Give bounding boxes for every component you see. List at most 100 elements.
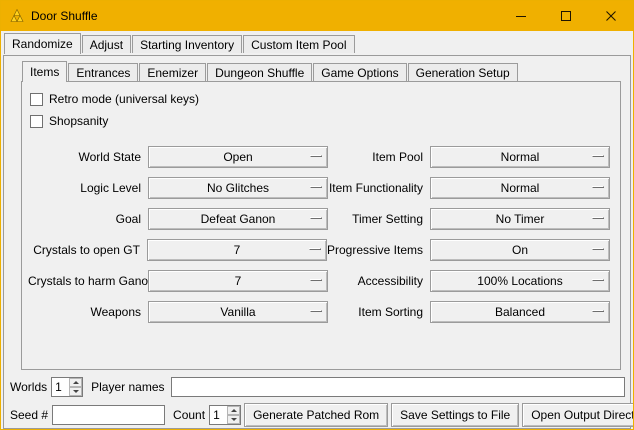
logic-level-dropdown[interactable]: No Glitches — [148, 177, 328, 199]
spinner-arrows — [69, 378, 82, 396]
arrow-down-icon — [231, 418, 237, 421]
tab-randomize[interactable]: Randomize — [4, 33, 81, 54]
world-state-value: Open — [223, 150, 252, 164]
player-names-input[interactable] — [171, 377, 626, 397]
item-functionality-label: Item Functionality — [329, 181, 430, 195]
item-sorting-label: Item Sorting — [358, 305, 430, 319]
timer-setting-dropdown[interactable]: No Timer — [430, 208, 610, 230]
goal-value: Defeat Ganon — [201, 212, 276, 226]
world-state-label: World State — [28, 150, 148, 164]
tab-entrances[interactable]: Entrances — [68, 63, 138, 81]
dropdown-indicator-icon — [310, 310, 322, 312]
generate-patched-rom-button[interactable]: Generate Patched Rom — [244, 403, 388, 427]
worlds-value: 1 — [52, 378, 69, 396]
seed-row: Seed # Count 1 Generate Patched Rom Save… — [10, 403, 625, 427]
accessibility-value: 100% Locations — [477, 274, 562, 288]
weapons-value: Vanilla — [220, 305, 255, 319]
tab-game-options[interactable]: Game Options — [313, 63, 406, 81]
caption-buttons — [498, 1, 633, 31]
tab-enemizer[interactable]: Enemizer — [139, 63, 206, 81]
close-button[interactable] — [588, 1, 633, 31]
minimize-icon — [516, 11, 526, 21]
checkbox-group: Retro mode (universal keys) Shopsanity — [22, 82, 620, 132]
app-window: Door Shuffle Randomize Adjust Starting I… — [0, 0, 634, 430]
accessibility-label: Accessibility — [358, 274, 430, 288]
crystals-gt-dropdown[interactable]: 7 — [147, 239, 327, 261]
dropdown-indicator-icon — [592, 279, 604, 281]
form-row: World State Open Item Pool Normal — [22, 141, 620, 172]
settings-form: World State Open Item Pool Normal — [22, 141, 620, 327]
tab-starting-inventory[interactable]: Starting Inventory — [132, 35, 242, 53]
outer-tab-bar: Randomize Adjust Starting Inventory Cust… — [4, 33, 633, 53]
retro-mode-checkbox[interactable] — [30, 93, 43, 106]
shopsanity-checkbox[interactable] — [30, 115, 43, 128]
retro-mode-checkbox-row[interactable]: Retro mode (universal keys) — [30, 88, 620, 110]
form-row: Logic Level No Glitches Item Functionali… — [22, 172, 620, 203]
form-row: Weapons Vanilla Item Sorting Balanced — [22, 296, 620, 327]
worlds-label: Worlds — [10, 380, 51, 394]
shopsanity-checkbox-row[interactable]: Shopsanity — [30, 110, 620, 132]
spin-down-button[interactable] — [69, 387, 82, 396]
count-value: 1 — [210, 406, 227, 424]
dropdown-indicator-icon — [592, 155, 604, 157]
accessibility-dropdown[interactable]: 100% Locations — [430, 270, 610, 292]
open-output-directory-button[interactable]: Open Output Directory — [522, 403, 634, 427]
spinner-arrows — [227, 406, 240, 424]
spin-down-button[interactable] — [227, 415, 240, 424]
tab-adjust[interactable]: Adjust — [82, 35, 131, 53]
count-label: Count — [173, 408, 209, 422]
spin-up-button[interactable] — [227, 406, 240, 415]
app-icon — [9, 8, 25, 24]
worlds-spinbox[interactable]: 1 — [51, 377, 83, 397]
logic-level-value: No Glitches — [207, 181, 269, 195]
count-spinbox[interactable]: 1 — [209, 405, 241, 425]
retro-mode-label: Retro mode (universal keys) — [49, 92, 199, 106]
tab-dungeon-shuffle[interactable]: Dungeon Shuffle — [207, 63, 312, 81]
window-body: Randomize Adjust Starting Inventory Cust… — [1, 33, 633, 430]
item-pool-dropdown[interactable]: Normal — [430, 146, 610, 168]
tab-custom-item-pool[interactable]: Custom Item Pool — [243, 35, 354, 53]
crystals-ganon-label: Crystals to harm Ganon — [28, 274, 148, 288]
spin-up-button[interactable] — [69, 378, 82, 387]
dropdown-indicator-icon — [592, 217, 604, 219]
goal-dropdown[interactable]: Defeat Ganon — [148, 208, 328, 230]
form-row: Crystals to open GT 7 Progressive Items … — [22, 234, 620, 265]
inner-notebook: Items Entrances Enemizer Dungeon Shuffle… — [21, 61, 621, 370]
minimize-button[interactable] — [498, 1, 543, 31]
world-state-dropdown[interactable]: Open — [148, 146, 328, 168]
progressive-items-value: On — [512, 243, 528, 257]
dropdown-indicator-icon — [592, 310, 604, 312]
item-pool-value: Normal — [501, 150, 540, 164]
crystals-ganon-dropdown[interactable]: 7 — [148, 270, 328, 292]
crystals-gt-label: Crystals to open GT — [28, 243, 147, 257]
tab-generation-setup[interactable]: Generation Setup — [408, 63, 518, 81]
weapons-dropdown[interactable]: Vanilla — [148, 301, 328, 323]
seed-label: Seed # — [10, 408, 52, 422]
close-icon — [606, 11, 616, 21]
progressive-items-label: Progressive Items — [327, 243, 430, 257]
dropdown-indicator-icon — [310, 155, 322, 157]
window-title: Door Shuffle — [31, 9, 98, 23]
item-sorting-value: Balanced — [495, 305, 545, 319]
dropdown-indicator-icon — [310, 217, 322, 219]
save-settings-button[interactable]: Save Settings to File — [391, 403, 519, 427]
timer-setting-label: Timer Setting — [352, 212, 430, 226]
progressive-items-dropdown[interactable]: On — [430, 239, 610, 261]
arrow-up-icon — [231, 409, 237, 412]
worlds-row: Worlds 1 Player names — [10, 376, 625, 398]
randomize-panel: Items Entrances Enemizer Dungeon Shuffle… — [3, 55, 631, 429]
shopsanity-label: Shopsanity — [49, 114, 108, 128]
seed-input[interactable] — [52, 405, 165, 425]
dropdown-indicator-icon — [309, 248, 321, 250]
titlebar: Door Shuffle — [1, 1, 633, 31]
item-functionality-dropdown[interactable]: Normal — [430, 177, 610, 199]
maximize-button[interactable] — [543, 1, 588, 31]
weapons-label: Weapons — [28, 305, 148, 319]
inner-tab-bar: Items Entrances Enemizer Dungeon Shuffle… — [22, 61, 621, 81]
item-pool-label: Item Pool — [372, 150, 430, 164]
item-sorting-dropdown[interactable]: Balanced — [430, 301, 610, 323]
dropdown-indicator-icon — [310, 186, 322, 188]
item-functionality-value: Normal — [501, 181, 540, 195]
crystals-ganon-value: 7 — [235, 274, 242, 288]
tab-items[interactable]: Items — [22, 61, 67, 82]
